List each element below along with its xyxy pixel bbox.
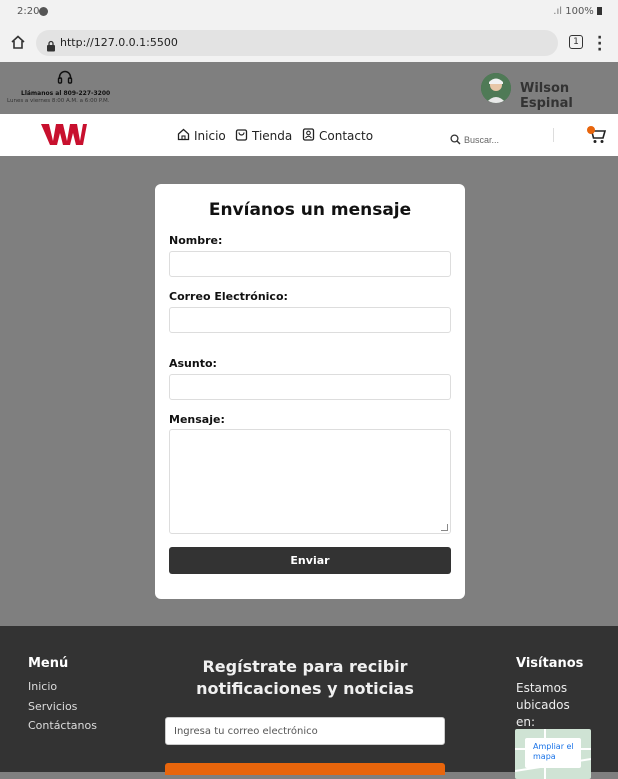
- newsletter-email-input[interactable]: [165, 717, 445, 745]
- notification-icon: [39, 7, 48, 16]
- home-icon: [177, 128, 190, 144]
- battery-icon: [597, 7, 602, 15]
- search-input[interactable]: [464, 134, 554, 145]
- business-hours: Lunes a viernes 8:00 A.M. a 6:00 P.M.: [7, 98, 110, 104]
- footer-link-servicios[interactable]: Servicios: [28, 700, 77, 713]
- nav-divider: [553, 128, 554, 142]
- visit-text: Estamos ubicados en:: [516, 681, 570, 729]
- send-button[interactable]: Enviar: [169, 547, 451, 574]
- nav-item-tienda[interactable]: Tienda: [235, 128, 292, 144]
- nav-item-label: Inicio: [194, 129, 226, 143]
- cart-badge: [587, 126, 595, 134]
- battery-level: .ıl 100%: [553, 6, 602, 17]
- more-menu-icon[interactable]: · · ·: [597, 31, 602, 57]
- footer-link-inicio[interactable]: Inicio: [28, 680, 57, 693]
- status-bar: 2:20 .ıl 100%: [0, 0, 618, 24]
- home-icon[interactable]: [10, 34, 26, 54]
- search-box[interactable]: [450, 130, 554, 149]
- name-field[interactable]: [169, 251, 451, 277]
- form-title: Envíanos un mensaje: [208, 200, 412, 220]
- call-us-text: Llámanos al 809-227-3200: [21, 90, 111, 97]
- subject-label: Asunto:: [169, 357, 217, 370]
- search-icon[interactable]: [450, 130, 461, 149]
- nav-item-label: Contacto: [319, 129, 374, 143]
- signal-icon: .ıl: [553, 6, 563, 17]
- address-bar[interactable]: http://127.0.0.1:5500: [36, 30, 558, 56]
- url-text: http://127.0.0.1:5500: [60, 36, 178, 49]
- nav-item-label: Tienda: [252, 129, 293, 143]
- wilson-logo[interactable]: [40, 121, 90, 153]
- email-field[interactable]: [169, 307, 451, 333]
- footer-menu-title: Menú: [28, 656, 69, 671]
- top-info-bar: Llámanos al 809-227-3200 Lunes a viernes…: [0, 62, 618, 114]
- message-label: Mensaje:: [169, 413, 225, 426]
- name-label: Nombre:: [169, 234, 223, 247]
- browser-toolbar: http://127.0.0.1:5500 1 · · ·: [0, 24, 618, 62]
- subject-field[interactable]: [169, 374, 451, 400]
- visit-title: Visítanos: [516, 656, 584, 671]
- footer-link-contactanos[interactable]: Contáctanos: [28, 719, 97, 732]
- nav-item-inicio[interactable]: Inicio: [177, 128, 226, 144]
- headset-icon: [57, 69, 73, 89]
- newsletter-submit-button[interactable]: [165, 763, 445, 775]
- status-time: 2:20: [17, 6, 40, 17]
- lock-icon: [46, 37, 56, 56]
- contact-form-card: Envíanos un mensaje Nombre: Correo Elect…: [155, 184, 465, 599]
- cart-button[interactable]: [587, 126, 607, 148]
- expand-map-link[interactable]: Ampliar el mapa: [525, 738, 581, 768]
- email-label: Correo Electrónico:: [169, 290, 288, 303]
- tab-switcher-button[interactable]: 1: [569, 35, 583, 49]
- nav-item-contacto[interactable]: Contacto: [302, 128, 373, 144]
- main-navigation: Inicio Tienda Contacto: [0, 114, 618, 156]
- user-avatar[interactable]: [481, 73, 511, 103]
- resize-handle-icon[interactable]: [441, 524, 448, 531]
- footer: Menú Inicio Servicios Contáctanos Regíst…: [0, 626, 618, 779]
- message-field[interactable]: [169, 429, 451, 534]
- contact-card-icon: [302, 128, 315, 144]
- bag-icon: [235, 128, 248, 144]
- user-name[interactable]: Wilson Espinal: [520, 81, 618, 111]
- battery-percent: 100%: [565, 6, 594, 17]
- newsletter-title: Regístrate para recibir notificaciones y…: [196, 657, 414, 698]
